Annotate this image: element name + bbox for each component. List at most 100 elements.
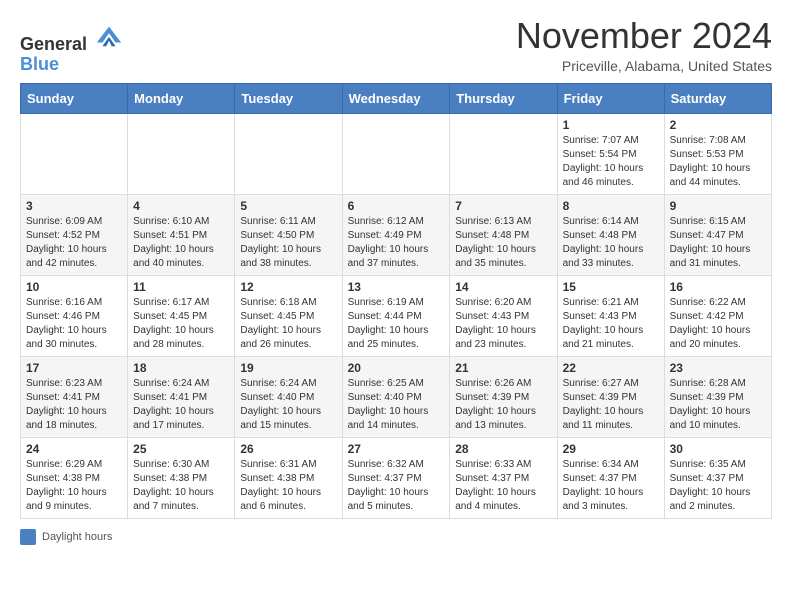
day-number: 4 — [133, 199, 229, 213]
day-number: 12 — [240, 280, 336, 294]
day-number: 21 — [455, 361, 551, 375]
calendar-week-row: 24Sunrise: 6:29 AM Sunset: 4:38 PM Dayli… — [21, 437, 772, 518]
day-number: 3 — [26, 199, 122, 213]
calendar-day: 28Sunrise: 6:33 AM Sunset: 4:37 PM Dayli… — [450, 437, 557, 518]
day-number: 16 — [670, 280, 766, 294]
day-number: 13 — [348, 280, 445, 294]
header-tuesday: Tuesday — [235, 83, 342, 113]
day-info: Sunrise: 6:16 AM Sunset: 4:46 PM Dayligh… — [26, 296, 122, 352]
day-info: Sunrise: 7:08 AM Sunset: 5:53 PM Dayligh… — [670, 134, 766, 190]
day-info: Sunrise: 6:20 AM Sunset: 4:43 PM Dayligh… — [455, 296, 551, 352]
header-thursday: Thursday — [450, 83, 557, 113]
calendar-day: 19 Sunrise: 6:24 AM Sunset: 4:40 PM Dayli… — [235, 356, 342, 437]
day-info: Sunrise: 6:11 AM Sunset: 4:50 PM Dayligh… — [240, 215, 336, 271]
calendar-week-row: 3Sunrise: 6:09 AM Sunset: 4:52 PM Daylig… — [21, 194, 772, 275]
calendar-day: 24Sunrise: 6:29 AM Sunset: 4:38 PM Dayli… — [21, 437, 128, 518]
logo-blue: Blue — [20, 54, 59, 74]
day-info: Sunrise: 6:31 AM Sunset: 4:38 PM Dayligh… — [240, 458, 336, 514]
day-number: 29 — [563, 442, 659, 456]
calendar-day: 13 Sunrise: 6:19 AM Sunset: 4:44 PM Dayli… — [342, 275, 450, 356]
calendar-day: 12Sunrise: 6:18 AM Sunset: 4:45 PM Dayli… — [235, 275, 342, 356]
day-info: Sunrise: 6:24 AM Sunset: 4:40 PM Dayligh… — [240, 377, 336, 433]
calendar-day: 14 Sunrise: 6:20 AM Sunset: 4:43 PM Dayli… — [450, 275, 557, 356]
calendar-day: 11 Sunrise: 6:17 AM Sunset: 4:45 PM Dayli… — [128, 275, 235, 356]
calendar-day: 20Sunrise: 6:25 AM Sunset: 4:40 PM Dayli… — [342, 356, 450, 437]
day-number: 22 — [563, 361, 659, 375]
calendar-day: 30 Sunrise: 6:35 AM Sunset: 4:37 PM Dayli… — [664, 437, 771, 518]
title-block: November 2024 Priceville, Alabama, Unite… — [516, 16, 772, 74]
day-info: Sunrise: 7:07 AM Sunset: 5:54 PM Dayligh… — [563, 134, 659, 190]
header-wednesday: Wednesday — [342, 83, 450, 113]
header: General Blue November 2024 Priceville, A… — [20, 16, 772, 75]
calendar-day: 26 Sunrise: 6:31 AM Sunset: 4:38 PM Dayli… — [235, 437, 342, 518]
day-info: Sunrise: 6:15 AM Sunset: 4:47 PM Dayligh… — [670, 215, 766, 271]
day-info: Sunrise: 6:24 AM Sunset: 4:41 PM Dayligh… — [133, 377, 229, 433]
day-info: Sunrise: 6:12 AM Sunset: 4:49 PM Dayligh… — [348, 215, 445, 271]
day-number: 23 — [670, 361, 766, 375]
logo-icon — [95, 22, 123, 50]
day-info: Sunrise: 6:32 AM Sunset: 4:37 PM Dayligh… — [348, 458, 445, 514]
day-info: Sunrise: 6:10 AM Sunset: 4:51 PM Dayligh… — [133, 215, 229, 271]
day-number: 25 — [133, 442, 229, 456]
calendar-day — [128, 113, 235, 194]
calendar-day: 8 Sunrise: 6:14 AM Sunset: 4:48 PM Daylig… — [557, 194, 664, 275]
calendar-day: 7Sunrise: 6:13 AM Sunset: 4:48 PM Daylig… — [450, 194, 557, 275]
legend: Daylight hours — [20, 529, 772, 545]
calendar-day: 9 Sunrise: 6:15 AM Sunset: 4:47 PM Daylig… — [664, 194, 771, 275]
calendar-header-row: SundayMondayTuesdayWednesdayThursdayFrid… — [21, 83, 772, 113]
day-number: 6 — [348, 199, 445, 213]
calendar-day — [21, 113, 128, 194]
month-title: November 2024 — [516, 16, 772, 56]
calendar-day: 22 Sunrise: 6:27 AM Sunset: 4:39 PM Dayli… — [557, 356, 664, 437]
day-info: Sunrise: 6:30 AM Sunset: 4:38 PM Dayligh… — [133, 458, 229, 514]
calendar-day: 25 Sunrise: 6:30 AM Sunset: 4:38 PM Dayli… — [128, 437, 235, 518]
day-info: Sunrise: 6:19 AM Sunset: 4:44 PM Dayligh… — [348, 296, 445, 352]
day-number: 14 — [455, 280, 551, 294]
day-number: 18 — [133, 361, 229, 375]
header-monday: Monday — [128, 83, 235, 113]
day-number: 30 — [670, 442, 766, 456]
calendar-day — [342, 113, 450, 194]
calendar-week-row: 17Sunrise: 6:23 AM Sunset: 4:41 PM Dayli… — [21, 356, 772, 437]
calendar-day: 15Sunrise: 6:21 AM Sunset: 4:43 PM Dayli… — [557, 275, 664, 356]
calendar-day: 27 Sunrise: 6:32 AM Sunset: 4:37 PM Dayli… — [342, 437, 450, 518]
calendar-week-row: 10 Sunrise: 6:16 AM Sunset: 4:46 PM Dayli… — [21, 275, 772, 356]
day-info: Sunrise: 6:26 AM Sunset: 4:39 PM Dayligh… — [455, 377, 551, 433]
day-number: 2 — [670, 118, 766, 132]
calendar-day: 17Sunrise: 6:23 AM Sunset: 4:41 PM Dayli… — [21, 356, 128, 437]
calendar-day: 23 Sunrise: 6:28 AM Sunset: 4:39 PM Dayli… — [664, 356, 771, 437]
header-saturday: Saturday — [664, 83, 771, 113]
calendar-day: 10 Sunrise: 6:16 AM Sunset: 4:46 PM Dayli… — [21, 275, 128, 356]
logo-general: General — [20, 34, 87, 54]
day-number: 17 — [26, 361, 122, 375]
day-info: Sunrise: 6:34 AM Sunset: 4:37 PM Dayligh… — [563, 458, 659, 514]
day-number: 11 — [133, 280, 229, 294]
day-number: 1 — [563, 118, 659, 132]
day-number: 9 — [670, 199, 766, 213]
day-info: Sunrise: 6:17 AM Sunset: 4:45 PM Dayligh… — [133, 296, 229, 352]
calendar-day: 1 Sunrise: 7:07 AM Sunset: 5:54 PM Daylig… — [557, 113, 664, 194]
day-number: 20 — [348, 361, 445, 375]
calendar-day: 3Sunrise: 6:09 AM Sunset: 4:52 PM Daylig… — [21, 194, 128, 275]
day-info: Sunrise: 6:13 AM Sunset: 4:48 PM Dayligh… — [455, 215, 551, 271]
day-info: Sunrise: 6:35 AM Sunset: 4:37 PM Dayligh… — [670, 458, 766, 514]
calendar-day: 18 Sunrise: 6:24 AM Sunset: 4:41 PM Dayli… — [128, 356, 235, 437]
calendar-day: 6 Sunrise: 6:12 AM Sunset: 4:49 PM Daylig… — [342, 194, 450, 275]
day-number: 8 — [563, 199, 659, 213]
legend-label: Daylight hours — [42, 531, 112, 543]
day-info: Sunrise: 6:27 AM Sunset: 4:39 PM Dayligh… — [563, 377, 659, 433]
calendar-week-row: 1 Sunrise: 7:07 AM Sunset: 5:54 PM Daylig… — [21, 113, 772, 194]
day-number: 15 — [563, 280, 659, 294]
logo: General Blue — [20, 22, 123, 75]
day-info: Sunrise: 6:28 AM Sunset: 4:39 PM Dayligh… — [670, 377, 766, 433]
calendar-day — [235, 113, 342, 194]
day-number: 26 — [240, 442, 336, 456]
day-info: Sunrise: 6:14 AM Sunset: 4:48 PM Dayligh… — [563, 215, 659, 271]
calendar-day: 21 Sunrise: 6:26 AM Sunset: 4:39 PM Dayli… — [450, 356, 557, 437]
day-number: 19 — [240, 361, 336, 375]
day-number: 5 — [240, 199, 336, 213]
calendar-day: 16Sunrise: 6:22 AM Sunset: 4:42 PM Dayli… — [664, 275, 771, 356]
day-number: 10 — [26, 280, 122, 294]
calendar-day: 2 Sunrise: 7:08 AM Sunset: 5:53 PM Daylig… — [664, 113, 771, 194]
day-number: 27 — [348, 442, 445, 456]
